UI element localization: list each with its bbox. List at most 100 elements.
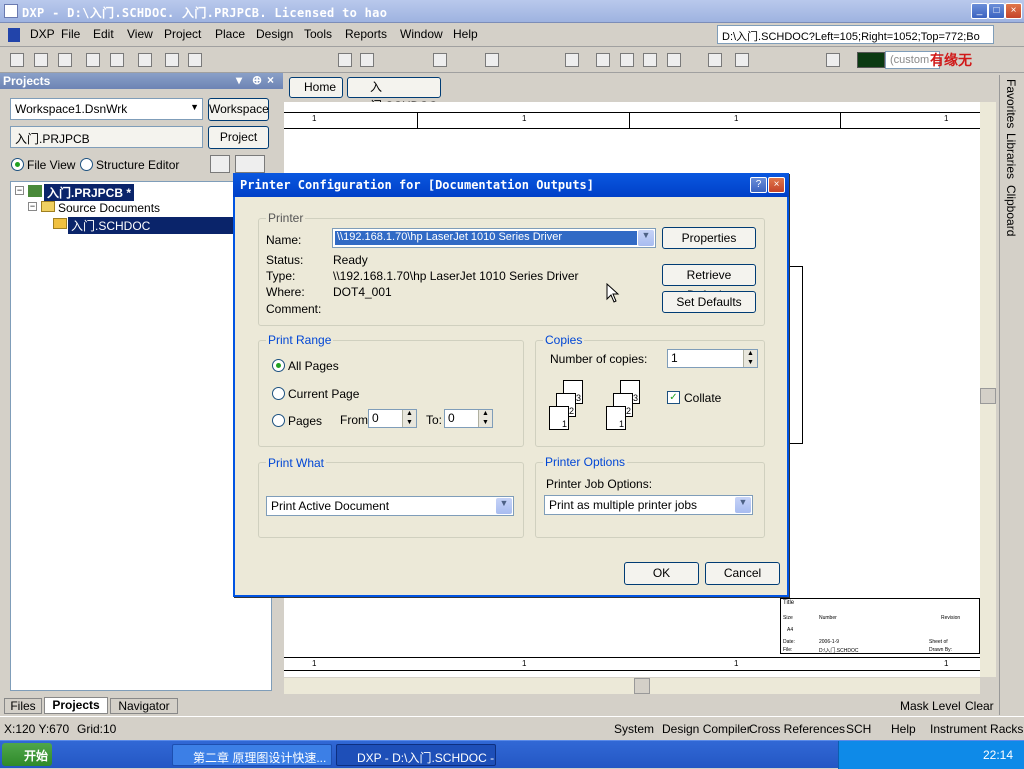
dialog-help-button[interactable]: ? [750, 177, 767, 193]
status-instrument-racks[interactable]: Instrument Racks [930, 722, 1023, 736]
from-spinner[interactable]: 0 ▲ ▼ [368, 409, 417, 428]
print-icon[interactable] [86, 53, 100, 67]
tree-document-item[interactable]: 入门.SCHDOC [68, 217, 238, 234]
zoom-area-icon[interactable] [188, 53, 202, 67]
mask-level-button[interactable]: Mask Level [900, 699, 961, 713]
to-spinner[interactable]: 0 ▲ ▼ [444, 409, 493, 428]
current-page-radio[interactable] [272, 387, 285, 400]
start-button[interactable]: 开始 [2, 743, 52, 766]
horizontal-scroll-thumb[interactable] [634, 678, 650, 694]
structure-editor-radio[interactable] [80, 158, 93, 171]
spin-up-icon[interactable]: ▲ [478, 410, 492, 419]
color-swatch[interactable] [857, 52, 885, 68]
menu-place[interactable]: Place [215, 27, 245, 41]
tab-home[interactable]: Home [289, 77, 343, 98]
task-dxp[interactable]: DXP - D:\入门.SCHDOC - ... [336, 744, 496, 766]
menu-reports[interactable]: Reports [345, 27, 387, 41]
schematic-component[interactable] [789, 266, 803, 444]
file-view-radio[interactable] [11, 158, 24, 171]
horizontal-scrollbar[interactable] [284, 678, 980, 694]
properties-button[interactable]: Properties [662, 227, 756, 249]
spin-up-icon[interactable]: ▲ [402, 410, 416, 419]
chevron-down-icon[interactable]: ▼ [638, 230, 654, 246]
no-erc-icon[interactable] [826, 53, 840, 67]
spin-down-icon[interactable]: ▼ [478, 418, 492, 427]
part-icon[interactable] [735, 53, 749, 67]
num-copies-spinner[interactable]: 1 ▲ ▼ [667, 349, 758, 368]
tree-icon[interactable] [210, 155, 230, 173]
maximize-button[interactable]: □ [988, 3, 1005, 19]
vertical-scrollbar[interactable] [980, 102, 996, 677]
menu-file[interactable]: File [61, 27, 80, 41]
spin-down-icon[interactable]: ▼ [402, 418, 416, 427]
set-defaults-button[interactable]: Set Defaults [662, 291, 756, 313]
menu-dxp[interactable]: DXP [30, 27, 55, 41]
status-system[interactable]: System [614, 722, 654, 736]
open-icon[interactable] [34, 53, 48, 67]
chevron-down-icon[interactable]: ▼ [735, 497, 751, 513]
workspace-button[interactable]: Workspace [208, 98, 269, 121]
options-dropdown-icon[interactable] [235, 155, 265, 173]
retrieve-defaults-button[interactable]: Retrieve Defaults [662, 264, 756, 302]
menu-view[interactable]: View [127, 27, 153, 41]
status-cross-references[interactable]: Cross References [749, 722, 845, 736]
collapse-icon[interactable]: − [28, 202, 37, 211]
save-icon[interactable] [58, 53, 72, 67]
bus-entry-icon[interactable] [643, 53, 657, 67]
pages-radio[interactable] [272, 414, 285, 427]
tab-clipboard[interactable]: Clipboard [1004, 185, 1018, 236]
bus-icon[interactable] [620, 53, 634, 67]
menu-design[interactable]: Design [256, 27, 293, 41]
collate-checkbox[interactable]: ✓ [667, 391, 680, 404]
tree-project-item[interactable]: 入门.PRJPCB * [44, 184, 135, 201]
menu-tools[interactable]: Tools [304, 27, 332, 41]
spin-down-icon[interactable]: ▼ [743, 358, 757, 367]
menu-help[interactable]: Help [453, 27, 478, 41]
project-button[interactable]: Project [208, 126, 269, 149]
menu-project[interactable]: Project [164, 27, 201, 41]
pin-icon[interactable]: ⊕ [252, 73, 262, 87]
tree-folder-item[interactable]: Source Documents [58, 201, 160, 215]
tab-favorites[interactable]: Favorites [1004, 79, 1018, 128]
all-pages-radio[interactable] [272, 359, 285, 372]
zoom-icon[interactable] [165, 53, 179, 67]
help-icon[interactable] [565, 53, 579, 67]
menu-window[interactable]: Window [400, 27, 443, 41]
vcc-icon[interactable] [708, 53, 722, 67]
panel-menu-icon[interactable]: ▾ [236, 73, 242, 87]
status-design-compiler[interactable]: Design Compiler [662, 722, 751, 736]
panel-close-icon[interactable]: × [267, 73, 274, 87]
document-address-combo[interactable]: D:\入门.SCHDOC?Left=105;Right=1052;Top=772… [717, 25, 994, 44]
cross-probe-icon[interactable] [485, 53, 499, 67]
spin-up-icon[interactable]: ▲ [743, 350, 757, 359]
net-label-icon[interactable] [667, 53, 681, 67]
ok-button[interactable]: OK [624, 562, 699, 585]
tab-files[interactable]: Files [4, 698, 42, 714]
status-sch[interactable]: SCH [846, 722, 871, 736]
printer-name-select[interactable]: \\192.168.1.70\hp LaserJet 1010 Series D… [332, 228, 656, 248]
project-field[interactable]: 入门.PRJPCB [10, 126, 203, 148]
workspace-field[interactable]: Workspace1.DsnWrk ▼ [10, 98, 203, 120]
task-word-doc[interactable]: 第二章 原理图设计快速... [172, 744, 332, 766]
new-icon[interactable] [10, 53, 24, 67]
status-help[interactable]: Help [891, 722, 916, 736]
undo-icon[interactable] [433, 53, 447, 67]
clear-button[interactable]: Clear [965, 699, 994, 713]
minimize-button[interactable]: _ [971, 3, 988, 19]
collapse-icon[interactable]: − [15, 186, 24, 195]
chevron-down-icon[interactable]: ▼ [496, 498, 512, 514]
job-options-select[interactable]: Print as multiple printer jobs ▼ [544, 495, 753, 515]
print-what-select[interactable]: Print Active Document ▼ [266, 496, 514, 516]
vertical-scroll-thumb[interactable] [980, 388, 996, 404]
menu-edit[interactable]: Edit [93, 27, 114, 41]
dialog-close-button[interactable]: × [768, 177, 785, 193]
close-button[interactable]: × [1005, 3, 1022, 19]
tab-schdoc[interactable]: 入门.SCHDOC [347, 77, 441, 113]
tab-navigator[interactable]: Navigator [110, 698, 178, 714]
cancel-button[interactable]: Cancel [705, 562, 780, 585]
layers-icon[interactable] [138, 53, 152, 67]
move-icon[interactable] [360, 53, 374, 67]
tab-projects[interactable]: Projects [44, 697, 108, 714]
wire-icon[interactable] [596, 53, 610, 67]
select-icon[interactable] [338, 53, 352, 67]
